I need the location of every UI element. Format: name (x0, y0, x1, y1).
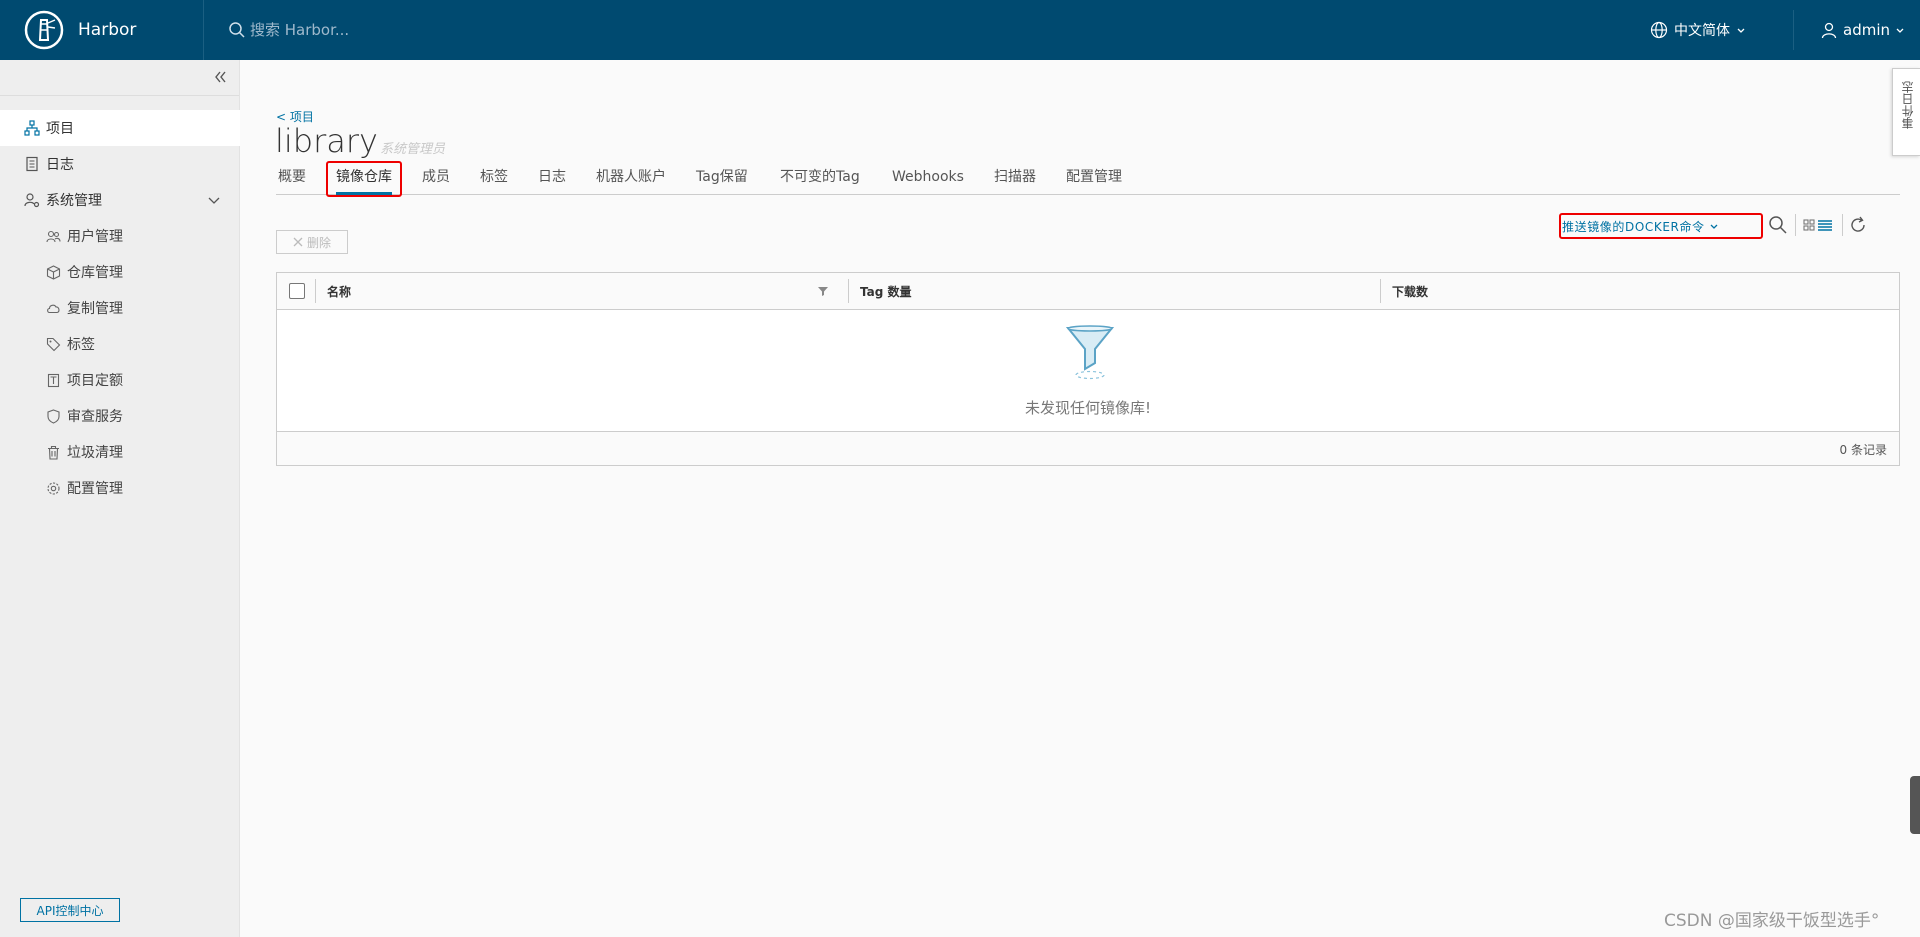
sidebar-item-logs[interactable]: 日志 (0, 146, 240, 182)
filter-icon[interactable] (817, 285, 829, 297)
delete-button[interactable]: 删除 (276, 230, 348, 254)
highlight-box-push (1559, 213, 1763, 239)
event-log-side-tab[interactable]: 事件日志 (1892, 68, 1920, 156)
app-name: Harbor (78, 20, 137, 40)
sidebar-subitem-label: 复制管理 (67, 301, 123, 317)
select-all-checkbox[interactable] (289, 283, 305, 299)
column-header-name[interactable]: 名称 (327, 283, 351, 300)
harbor-logo-icon (24, 10, 64, 50)
trash-icon (48, 445, 59, 460)
sidebar-subitem-registries[interactable]: 仓库管理 (0, 254, 240, 290)
column-header-downloads[interactable]: 下载数 (1392, 283, 1428, 300)
top-header: Harbor 中文简体 admin (0, 0, 1920, 60)
chevron-down-icon[interactable] (206, 192, 222, 208)
role-label: 系统管理员 (380, 142, 446, 157)
user-icon (1821, 22, 1837, 39)
empty-state-text: 未发现任何镜像库! (1024, 399, 1151, 417)
registry-icon (46, 264, 61, 280)
sidebar-subitem-label: 审查服务 (67, 409, 123, 425)
search-icon (229, 22, 245, 38)
brand[interactable]: Harbor (0, 0, 204, 60)
sidebar-subitem-label: 项目定额 (67, 373, 123, 389)
sidebar-item-label: 系统管理 (46, 193, 102, 209)
double-chevron-left-icon[interactable] (211, 68, 229, 86)
chevron-down-icon (1896, 28, 1904, 33)
tab-summary[interactable]: 概要 (278, 162, 306, 195)
tab-labels[interactable]: 标签 (480, 162, 508, 195)
column-separator (1380, 279, 1381, 303)
logs-icon (26, 156, 38, 172)
header-divider (1793, 10, 1794, 50)
quota-icon (47, 373, 60, 387)
sidebar-subitem-label: 配置管理 (67, 481, 123, 497)
global-search[interactable] (228, 21, 648, 39)
sidebar-subitem-interrogation-services[interactable]: 审查服务 (0, 398, 240, 434)
page-title: library (275, 122, 378, 160)
close-icon (293, 237, 303, 247)
column-header-tag-count[interactable]: Tag 数量 (860, 283, 912, 300)
sidebar-item-label: 日志 (46, 157, 74, 173)
chevron-down-icon (1737, 28, 1745, 33)
tab-members[interactable]: 成员 (422, 162, 450, 195)
sidebar-subitem-garbage-collection[interactable]: 垃圾清理 (0, 434, 240, 470)
user-menu[interactable]: admin (1820, 0, 1905, 60)
scroll-handle[interactable] (1910, 776, 1920, 834)
sidebar-collapse-bar (0, 60, 239, 96)
sidebar-subitem-label: 仓库管理 (67, 265, 123, 281)
project-tabs: 概要 镜像仓库 成员 标签 日志 机器人账户 Tag保留 不可变的Tag Web… (276, 162, 1900, 195)
users-icon (46, 230, 61, 242)
tab-webhooks[interactable]: Webhooks (892, 162, 964, 195)
globe-icon (1650, 21, 1668, 39)
sidebar-subitem-labels[interactable]: 标签 (0, 326, 240, 362)
sidebar-subitem-users[interactable]: 用户管理 (0, 218, 240, 254)
tab-immutable-tags[interactable]: 不可变的Tag (780, 162, 860, 195)
refresh-icon[interactable] (1847, 214, 1869, 236)
sidebar-subitem-replications[interactable]: 复制管理 (0, 290, 240, 326)
search-icon[interactable] (1767, 214, 1789, 236)
tab-tag-retention[interactable]: Tag保留 (696, 162, 748, 195)
api-explorer-button[interactable]: API控制中心 (20, 898, 120, 922)
highlight-box-tab (326, 161, 402, 197)
sidebar-subitem-label: 标签 (67, 337, 95, 353)
toolbar-divider (1795, 214, 1796, 236)
username: admin (1843, 21, 1890, 39)
tab-configuration[interactable]: 配置管理 (1066, 162, 1122, 195)
tab-scanner[interactable]: 扫描器 (994, 162, 1036, 195)
table-header: 名称 Tag 数量 下载数 (277, 273, 1899, 310)
sidebar-subitem-configuration[interactable]: 配置管理 (0, 470, 240, 506)
sidebar-item-system-admin[interactable]: 系统管理 (0, 182, 240, 218)
column-separator (848, 279, 849, 303)
projects-icon (24, 120, 40, 136)
replication-icon (47, 304, 60, 313)
toolbar-divider (1842, 214, 1843, 236)
sidebar-subitem-label: 用户管理 (67, 229, 123, 245)
tab-robot-accounts[interactable]: 机器人账户 (596, 162, 666, 195)
tag-icon (46, 337, 61, 351)
sidebar: 项目 日志 系统管理 用户管理 仓库管理 复制管理 标签 项目定额 审查服务 垃… (0, 60, 240, 937)
tab-logs[interactable]: 日志 (538, 162, 566, 195)
column-separator (315, 279, 316, 303)
sidebar-item-projects[interactable]: 项目 (0, 110, 240, 146)
table-footer: 0 条记录 (277, 431, 1899, 465)
record-count: 0 条记录 (1839, 443, 1887, 457)
side-tab-label: 事件日志 (1901, 81, 1915, 129)
admin-icon (24, 193, 40, 208)
shield-icon (47, 408, 60, 424)
watermark: CSDN @国家级干饭型选手° (1664, 911, 1880, 931)
sidebar-item-label: 项目 (46, 121, 74, 137)
language-label: 中文简体 (1674, 23, 1730, 39)
sidebar-subitem-quotas[interactable]: 项目定额 (0, 362, 240, 398)
search-input[interactable] (250, 21, 550, 39)
delete-button-label: 删除 (306, 235, 331, 250)
empty-funnel-icon (1065, 325, 1115, 380)
repositories-table: 名称 Tag 数量 下载数 未发现任何镜像库! 0 条记录 (276, 272, 1900, 466)
list-view-icon[interactable] (1816, 214, 1838, 236)
language-selector[interactable]: 中文简体 (1650, 0, 1746, 60)
sidebar-subitem-label: 垃圾清理 (67, 445, 123, 461)
gear-icon (47, 481, 60, 495)
